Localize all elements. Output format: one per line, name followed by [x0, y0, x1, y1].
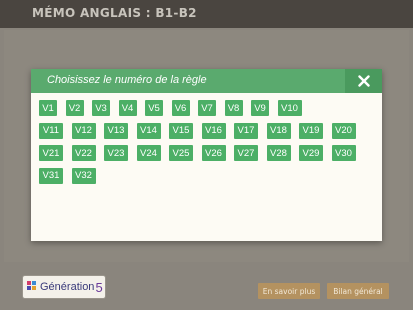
- top-bar: MÉMO ANGLAIS : B1-B2: [0, 0, 413, 28]
- logo-mark-icon: [27, 281, 37, 293]
- rule-button[interactable]: V21: [39, 145, 63, 161]
- rule-button[interactable]: V17: [234, 122, 258, 139]
- rule-grid: V1 V2 V3 V4 V5 V6 V7 V8 V9 V10 V11 V12 V…: [39, 100, 379, 190]
- rule-button[interactable]: V20: [331, 122, 356, 139]
- rule-button[interactable]: V2: [65, 100, 84, 116]
- rule-button[interactable]: V11: [39, 122, 63, 139]
- rule-button[interactable]: V23: [104, 145, 128, 161]
- app-title: MÉMO ANGLAIS : B1-B2: [32, 6, 197, 20]
- rule-button[interactable]: V26: [201, 145, 226, 161]
- rule-button[interactable]: V19: [299, 122, 323, 139]
- rule-button[interactable]: V9: [251, 100, 269, 116]
- rule-row: V31 V32: [39, 167, 379, 185]
- rule-button[interactable]: V14: [136, 122, 161, 139]
- rule-button[interactable]: V16: [201, 122, 226, 139]
- close-icon: [357, 75, 370, 87]
- rule-button[interactable]: V6: [171, 100, 190, 116]
- dialog-title: Choisissez le numéro de la règle: [47, 74, 207, 86]
- rule-button[interactable]: V30: [331, 145, 356, 161]
- rule-button[interactable]: V5: [145, 100, 163, 116]
- rule-button[interactable]: V32: [71, 167, 96, 184]
- rule-button[interactable]: V28: [266, 145, 291, 161]
- rule-button[interactable]: V15: [169, 122, 193, 139]
- rule-button[interactable]: V27: [234, 145, 258, 161]
- generation5-logo: Génération 5: [23, 276, 105, 298]
- close-button[interactable]: [345, 69, 382, 93]
- rule-button[interactable]: V24: [136, 145, 161, 161]
- bilan-button[interactable]: Bilan général: [327, 283, 389, 299]
- rule-picker-dialog: Choisissez le numéro de la règle V1 V2 V…: [31, 69, 382, 241]
- rule-button[interactable]: V4: [118, 100, 137, 116]
- rule-button[interactable]: V10: [277, 100, 302, 116]
- rule-button[interactable]: V7: [198, 100, 216, 116]
- logo-number: 5: [95, 279, 103, 295]
- rule-row: V11 V12 V13 V14 V15 V16 V17 V18 V19 V20: [39, 122, 379, 140]
- rule-button[interactable]: V29: [299, 145, 323, 161]
- rule-button[interactable]: V12: [71, 122, 96, 139]
- rule-row: V21 V22 V23 V24 V25 V26 V27 V28 V29 V30: [39, 145, 379, 162]
- logo-text: Génération: [40, 281, 95, 293]
- rule-button[interactable]: V13: [104, 122, 128, 139]
- rule-button[interactable]: V22: [71, 145, 96, 161]
- rule-button[interactable]: V3: [92, 100, 110, 116]
- rule-button[interactable]: V25: [169, 145, 193, 161]
- more-info-button[interactable]: En savoir plus: [258, 283, 320, 299]
- rule-button[interactable]: V8: [224, 100, 243, 116]
- rule-button[interactable]: V18: [266, 122, 291, 139]
- dialog-header: Choisissez le numéro de la règle: [31, 69, 382, 93]
- rule-button[interactable]: V1: [39, 100, 57, 116]
- rule-row: V1 V2 V3 V4 V5 V6 V7 V8 V9 V10: [39, 100, 379, 117]
- rule-button[interactable]: V31: [39, 167, 63, 184]
